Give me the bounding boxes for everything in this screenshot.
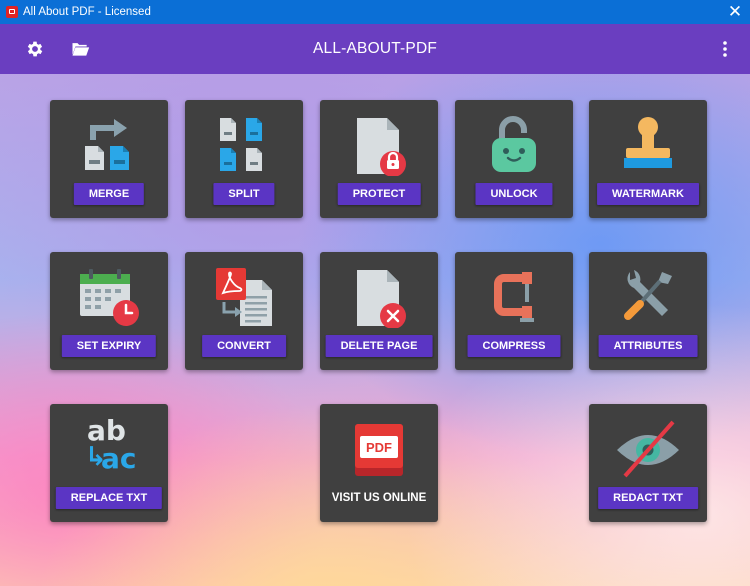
tool-label: MERGE	[73, 183, 145, 205]
split-icon	[185, 114, 303, 180]
app-bar: ALL-ABOUT-PDF	[0, 24, 750, 74]
folder-open-icon[interactable]	[68, 37, 92, 61]
tool-label: VISIT US ONLINE	[331, 492, 427, 504]
tool-label: SET EXPIRY	[61, 335, 157, 357]
tool-tile-split[interactable]: SPLIT	[185, 100, 303, 218]
pdf-badge-icon: PDF	[320, 418, 438, 484]
tool-label: WATERMARK	[597, 183, 699, 205]
more-vertical-icon[interactable]	[713, 37, 737, 61]
app-logo-icon	[6, 6, 18, 18]
tool-grid: MERGE SPLIT PROTECT UNLOCK WATERMARK SET…	[0, 74, 750, 586]
tool-label: DELETE PAGE	[325, 335, 433, 357]
tool-tile-merge[interactable]: MERGE	[50, 100, 168, 218]
tool-tile-visit-online[interactable]: PDF VISIT US ONLINE	[320, 404, 438, 522]
window-title: All About PDF - Licensed	[23, 6, 151, 18]
calendar-clock-icon	[50, 266, 168, 332]
tool-label: ATTRIBUTES	[598, 335, 698, 357]
tools-icon	[589, 266, 707, 332]
merge-icon	[50, 114, 168, 180]
unlock-padlock-icon	[455, 114, 573, 180]
eye-slash-icon	[589, 418, 707, 484]
stamp-icon	[589, 114, 707, 180]
clamp-icon	[455, 266, 573, 332]
tool-label: PROTECT	[337, 183, 421, 205]
protect-lock-icon	[320, 114, 438, 180]
tool-tile-unlock[interactable]: UNLOCK	[455, 100, 573, 218]
tool-label: UNLOCK	[475, 183, 553, 205]
tool-label: COMPRESS	[467, 335, 561, 357]
tool-tile-set-expiry[interactable]: SET EXPIRY	[50, 252, 168, 370]
tool-tile-redact-txt[interactable]: REDACT TXT	[589, 404, 707, 522]
tool-tile-watermark[interactable]: WATERMARK	[589, 100, 707, 218]
delete-page-icon	[320, 266, 438, 332]
tool-label: REPLACE TXT	[55, 487, 163, 509]
pdf-convert-icon	[185, 266, 303, 332]
tool-tile-protect[interactable]: PROTECT	[320, 100, 438, 218]
tool-tile-compress[interactable]: COMPRESS	[455, 252, 573, 370]
window-title-bar: All About PDF - Licensed ✕	[0, 0, 750, 24]
tool-label: SPLIT	[213, 183, 275, 205]
window-close-button[interactable]: ✕	[720, 0, 750, 24]
settings-gear-icon[interactable]	[23, 37, 47, 61]
app-title: ALL-ABOUT-PDF	[312, 40, 438, 57]
replace-bottom-text: ac	[101, 442, 137, 475]
tool-tile-convert[interactable]: CONVERT	[185, 252, 303, 370]
tool-tile-delete-page[interactable]: DELETE PAGE	[320, 252, 438, 370]
pdf-badge-text: PDF	[366, 440, 392, 455]
tool-label: CONVERT	[202, 335, 286, 357]
tool-label: REDACT TXT	[598, 487, 698, 509]
tool-tile-replace-txt[interactable]: ab ↳ ac REPLACE TXT	[50, 404, 168, 522]
tool-tile-attributes[interactable]: ATTRIBUTES	[589, 252, 707, 370]
replace-text-icon: ab ↳ ac	[50, 414, 168, 484]
